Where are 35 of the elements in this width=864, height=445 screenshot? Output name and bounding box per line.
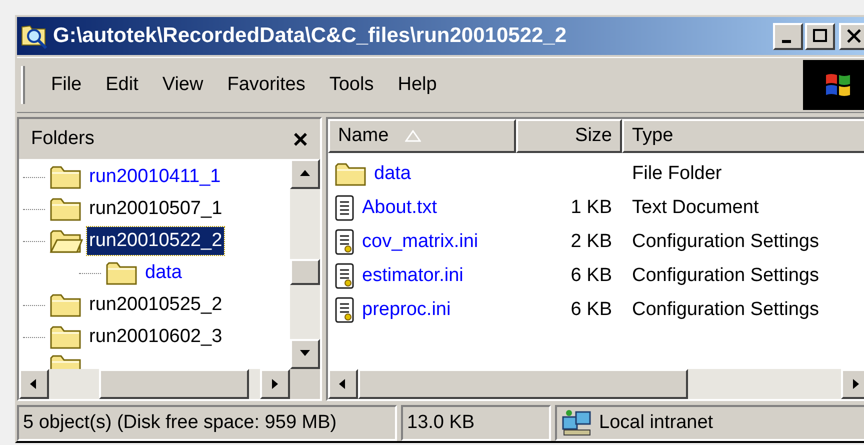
- file-type: File Folder: [632, 162, 722, 184]
- zone-label: Local intranet: [599, 410, 714, 435]
- file-name[interactable]: About.txt: [362, 194, 437, 222]
- menu-item[interactable]: View: [156, 70, 210, 100]
- folder-name[interactable]: run20010411_1: [87, 162, 223, 192]
- folder-name[interactable]: run20010507_1: [87, 194, 224, 224]
- file-size: 6 KB: [570, 298, 612, 320]
- close-pane-button[interactable]: ×: [292, 126, 308, 152]
- file-name[interactable]: preproc.ini: [362, 296, 451, 324]
- column-header[interactable]: Name: [328, 119, 516, 153]
- folder-name[interactable]: run20010525_2: [87, 290, 224, 320]
- pane-title: Folders: [31, 126, 94, 151]
- menu-item[interactable]: Tools: [323, 70, 380, 100]
- file-name[interactable]: cov_matrix.ini: [362, 228, 478, 256]
- window-title: G:\autotek\RecordedData\C&C_files\run20010522_2: [53, 23, 568, 50]
- file-name[interactable]: data: [374, 160, 411, 188]
- folder-name[interactable]: run20010602_3: [87, 322, 224, 352]
- status-size: 13.0 KB: [407, 410, 475, 435]
- folder-name[interactable]: run20010522_2: [87, 226, 224, 256]
- file-size: 6 KB: [570, 264, 612, 286]
- status-text: 5 object(s) (Disk free space: 959 MB): [23, 410, 337, 435]
- column-header[interactable]: Size: [516, 119, 622, 153]
- file-type: Text Document: [632, 196, 759, 218]
- column-header[interactable]: Type: [622, 119, 864, 153]
- menu-item[interactable]: Favorites: [221, 70, 312, 100]
- file-type: Configuration Settings: [632, 298, 819, 320]
- file-size: 2 KB: [570, 230, 612, 252]
- menu-item[interactable]: File: [45, 70, 88, 100]
- file-name[interactable]: estimator.ini: [362, 262, 464, 290]
- file-type: Configuration Settings: [632, 230, 819, 252]
- file-size: 1 KB: [570, 196, 612, 218]
- menu-item[interactable]: Edit: [100, 70, 144, 100]
- menu-item[interactable]: Help: [392, 70, 443, 100]
- folder-name[interactable]: data: [143, 258, 184, 288]
- file-type: Configuration Settings: [632, 264, 819, 286]
